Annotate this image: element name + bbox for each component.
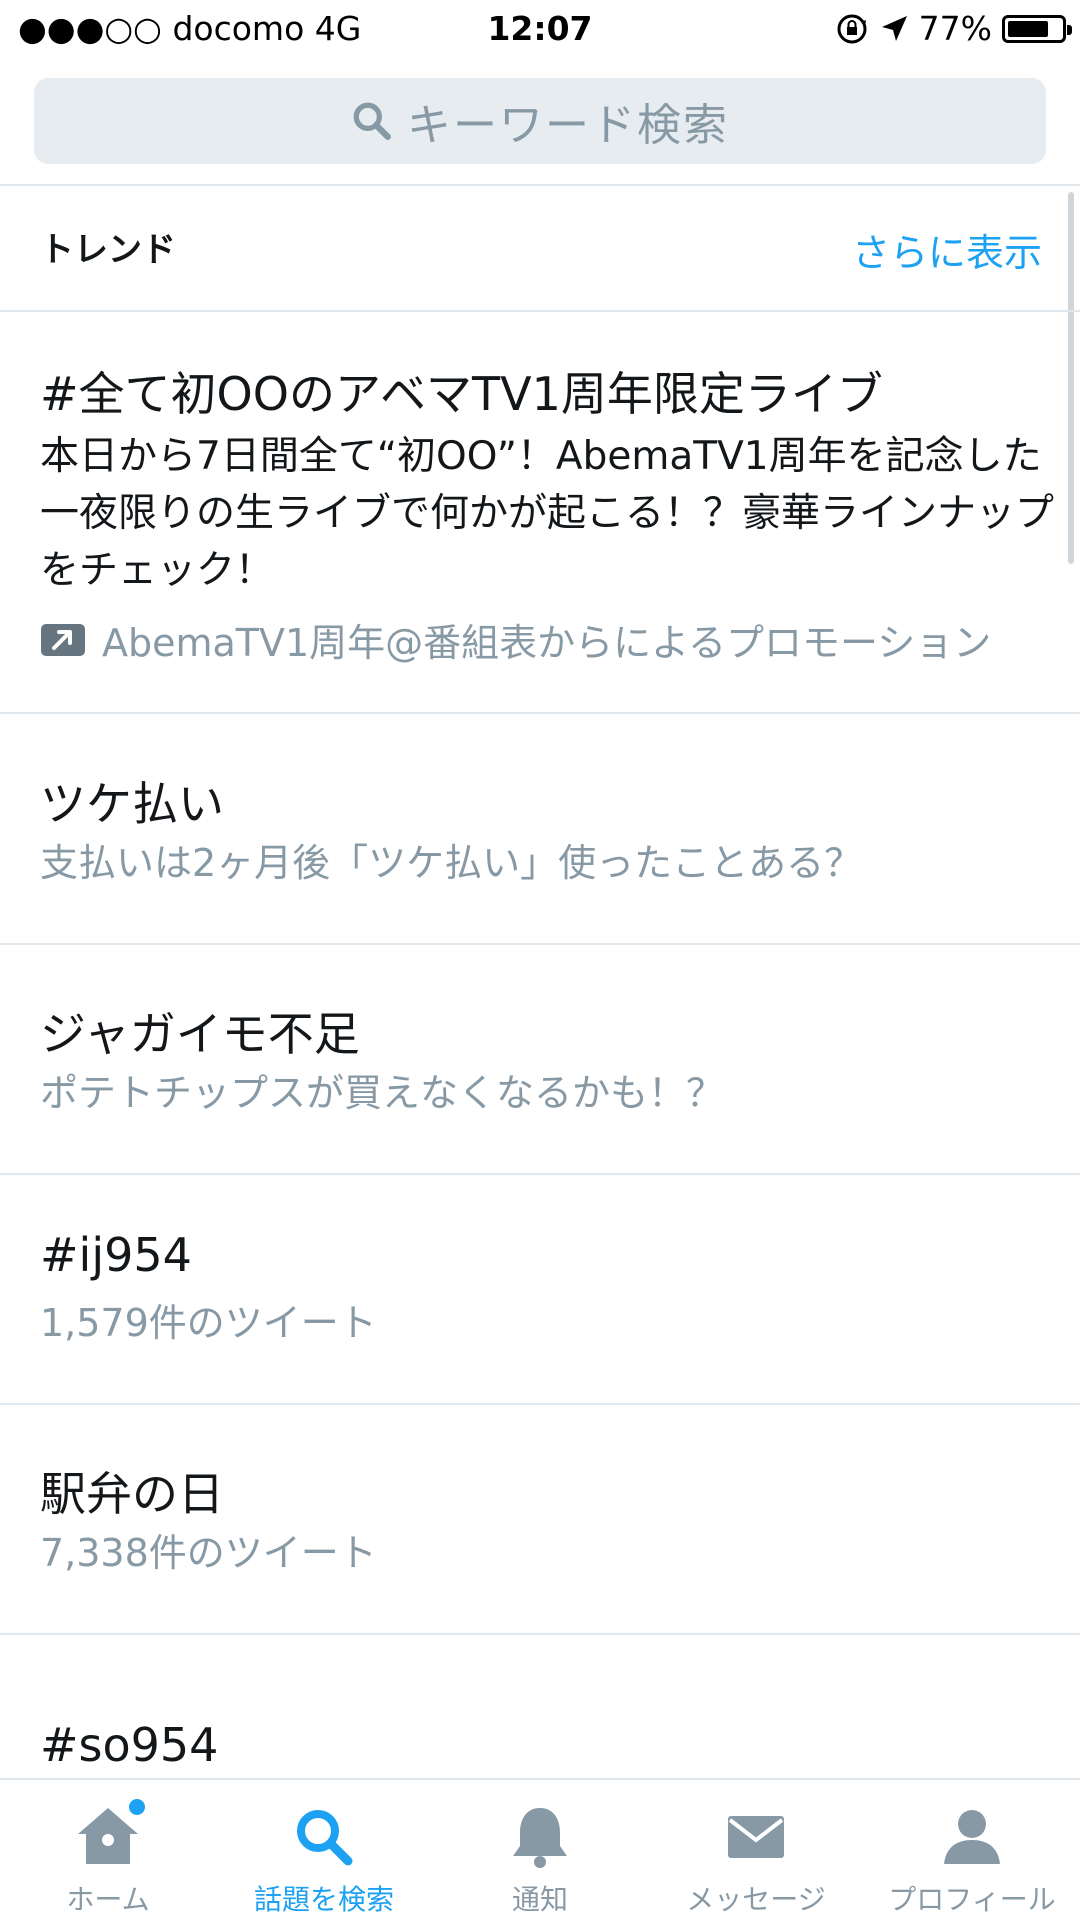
- bell-icon: [513, 1808, 567, 1868]
- promoted-by: AbemaTV1周年@番組表からによるプロモーション: [40, 612, 991, 667]
- trend-description: ポテトチップスが買えなくなるかも！？: [40, 1071, 725, 1115]
- tweet-count: 1,579件のツイート: [40, 1301, 377, 1345]
- promoted-icon: [41, 623, 85, 656]
- promoted-by-label: AbemaTV1周年@番組表からによるプロモーション: [102, 621, 992, 665]
- tab-messages[interactable]: メッセージ: [648, 1780, 864, 1922]
- trend-description: 支払いは2ヶ月後「ツケ払い」使ったことある？: [40, 841, 863, 885]
- divider: [0, 712, 1080, 714]
- unread-dot: [126, 1796, 148, 1818]
- trends-title: トレンド: [40, 230, 176, 270]
- trend-name: ツケ払い: [40, 777, 224, 831]
- battery-tip: [1067, 25, 1072, 35]
- show-more-link[interactable]: さらに表示: [852, 222, 1042, 277]
- trend-name: #so954: [40, 1718, 219, 1772]
- location-arrow-icon: [881, 16, 907, 41]
- scrollbar[interactable]: [1068, 192, 1074, 564]
- trend-name: 駅弁の日: [40, 1467, 224, 1521]
- divider: [0, 1633, 1080, 1635]
- tweet-count: 7,338件のツイート: [40, 1531, 377, 1575]
- tab-label: 話題を検索: [253, 1883, 394, 1916]
- tab-profile[interactable]: プロフィール: [864, 1780, 1080, 1922]
- battery-fill: [1008, 21, 1048, 37]
- trend-description: 本日から7日間全て“初OO”！AbemaTV1周年を記念した一夜限りの生ライブで…: [40, 434, 1055, 593]
- envelope-icon: [728, 1816, 784, 1858]
- tab-label: 通知: [511, 1883, 568, 1916]
- rotation-lock-icon: [837, 14, 867, 44]
- status-right: 77%: [835, 6, 1072, 52]
- divider: [0, 943, 1080, 945]
- search-icon: [297, 1810, 353, 1866]
- divider: [0, 1173, 1080, 1175]
- tab-home[interactable]: ホーム: [0, 1780, 216, 1922]
- search-placeholder: キーワード検索: [407, 100, 729, 151]
- search-bar[interactable]: キーワード検索: [34, 78, 1046, 164]
- trend-name: #ij954: [40, 1228, 192, 1282]
- person-icon: [944, 1810, 1000, 1864]
- battery-percent: 77%: [918, 9, 992, 48]
- tab-label: メッセージ: [686, 1883, 826, 1916]
- divider: [0, 184, 1080, 186]
- trend-name: #全て初OOのアベマTV1周年限定ライブ: [40, 367, 883, 421]
- battery-icon: [1002, 15, 1072, 43]
- divider: [0, 1403, 1080, 1405]
- tab-label: プロフィール: [888, 1883, 1056, 1916]
- search-icon: [353, 102, 391, 140]
- tab-bar: ホーム 話題を検索 通知 メッセージ プロフィール: [0, 1778, 1080, 1922]
- tab-notifications[interactable]: 通知: [432, 1780, 648, 1922]
- trend-name: ジャガイモ不足: [40, 1007, 360, 1061]
- status-bar: ●●●○○ docomo 4G 12:07 77%: [0, 0, 1080, 58]
- divider: [0, 310, 1080, 312]
- tab-search[interactable]: 話題を検索: [216, 1780, 432, 1922]
- tab-label: ホーム: [66, 1883, 150, 1916]
- carrier-label: ●●●○○ docomo 4G: [18, 9, 362, 48]
